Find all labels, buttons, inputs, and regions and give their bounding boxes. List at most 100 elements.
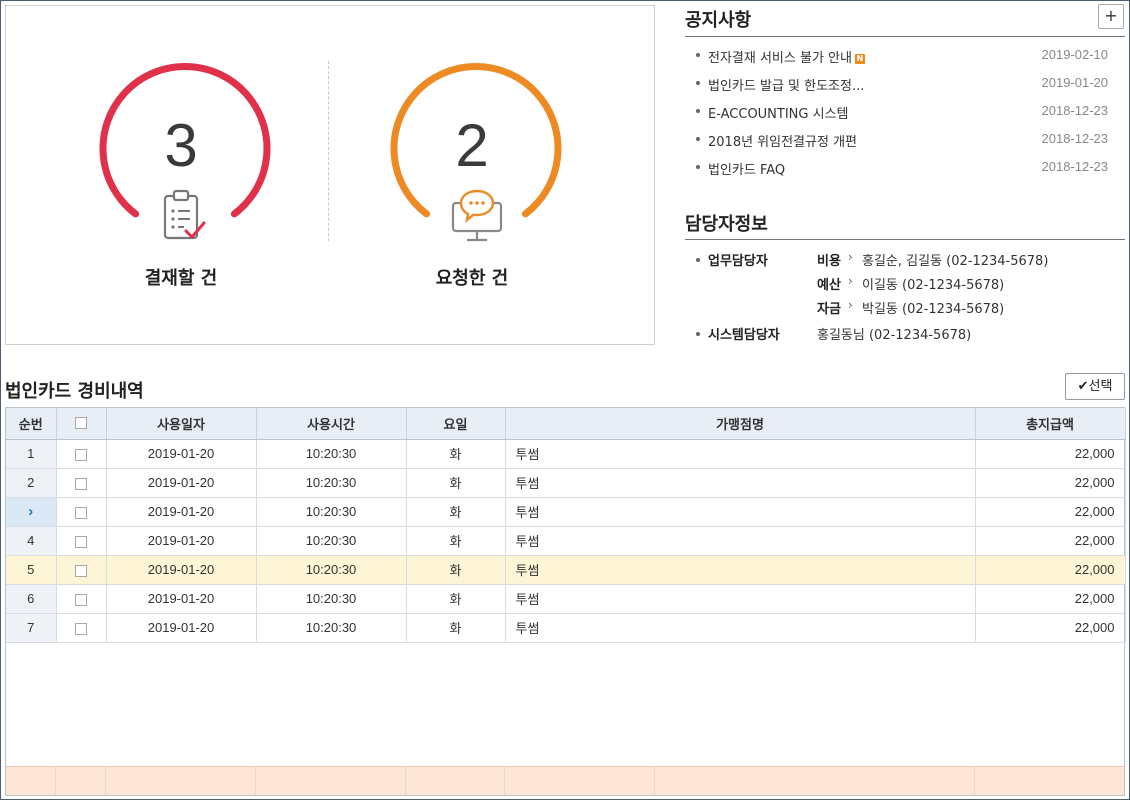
manager-row: 시스템담당자 홍길동님 (02-1234-5678): [685, 324, 1125, 344]
manager-role: 업무담당자: [708, 254, 768, 269]
check-icon: ✔: [1077, 379, 1089, 394]
row-checkbox[interactable]: [75, 506, 87, 519]
clipboard-check-icon: [163, 189, 206, 240]
notice-item[interactable]: 법인카드 발급 및 한도조정... 2019-01-20: [685, 70, 1125, 98]
my-requests-widget[interactable]: 2 요청한 건: [314, 6, 634, 344]
table-row[interactable]: 1 2019-01-20 10:20:30 화 투썸 22,000: [6, 439, 1126, 469]
cell-date: 2019-01-20: [106, 497, 257, 527]
expense-grid: 순번 사용일자 사용시간 요일 가맹점명 총지급액 1 2019-01-20 1…: [5, 407, 1126, 796]
col-header-date[interactable]: 사용일자: [106, 408, 257, 440]
row-checkbox[interactable]: [75, 622, 87, 635]
notice-item-date: 2019-02-10: [1041, 47, 1109, 62]
table-row-selected[interactable]: 5 2019-01-20 10:20:30 화 투썸 22,000: [6, 555, 1126, 585]
cell-day: 화: [406, 439, 506, 469]
bullet-icon: [696, 137, 700, 141]
notice-item[interactable]: 2018년 위임전결규정 개편 2018-12-23: [685, 126, 1125, 154]
col-header-merchant[interactable]: 가맹점명: [505, 408, 976, 440]
row-checkbox[interactable]: [75, 564, 87, 577]
table-row[interactable]: 2 2019-01-20 10:20:30 화 투썸 22,000: [6, 468, 1126, 498]
col-header-day[interactable]: 요일: [406, 408, 506, 440]
notice-item-title: 법인카드 발급 및 한도조정...: [708, 79, 865, 94]
bullet-icon: [696, 258, 700, 262]
row-checkbox[interactable]: [75, 535, 87, 548]
cell-amount: 22,000: [975, 555, 1126, 585]
cell-merchant: 투썸: [505, 613, 976, 643]
manager-category: 예산: [817, 278, 841, 293]
table-row[interactable]: 4 2019-01-20 10:20:30 화 투썸 22,000: [6, 526, 1126, 556]
bullet-icon: [696, 109, 700, 113]
cell-merchant: 투썸: [505, 468, 976, 498]
row-check-cell: [56, 526, 107, 556]
cell-amount: 22,000: [975, 584, 1126, 614]
row-number: 2: [6, 468, 57, 498]
cell-time: 10:20:30: [256, 497, 407, 527]
manager-row: 예산 › 이길동 (02-1234-5678): [685, 274, 1125, 294]
manager-contact: 홍길동님 (02-1234-5678): [817, 328, 972, 343]
bullet-icon: [696, 53, 700, 57]
cell-date: 2019-01-20: [106, 613, 257, 643]
row-check-cell: [56, 497, 107, 527]
manager-contact: 이길동 (02-1234-5678): [862, 278, 1005, 293]
notice-divider: [685, 36, 1125, 37]
cell-amount: 22,000: [975, 613, 1126, 643]
expense-table: 순번 사용일자 사용시간 요일 가맹점명 총지급액 1 2019-01-20 1…: [6, 408, 1126, 643]
pending-approval-label: 결재할 건: [144, 268, 218, 289]
col-header-amount[interactable]: 총지급액: [975, 408, 1126, 440]
cell-time: 10:20:30: [256, 439, 407, 469]
cell-time: 10:20:30: [256, 555, 407, 585]
cell-date: 2019-01-20: [106, 555, 257, 585]
my-requests-count: 2: [455, 112, 489, 179]
summary-panel: 3 결재할 건 2 요청한 건: [5, 5, 655, 345]
row-checkbox[interactable]: [75, 477, 87, 490]
cell-merchant: 투썸: [505, 439, 976, 469]
row-check-cell: [56, 584, 107, 614]
cell-day: 화: [406, 497, 506, 527]
notice-item-title: 전자결재 서비스 불가 안내 N: [708, 51, 865, 66]
cell-merchant: 투썸: [505, 584, 976, 614]
cell-merchant: 투썸: [505, 497, 976, 527]
cell-day: 화: [406, 584, 506, 614]
header-row: 순번 사용일자 사용시간 요일 가맹점명 총지급액: [6, 408, 1126, 440]
row-check-cell: [56, 439, 107, 469]
notice-item-title: E-ACCOUNTING 시스템: [708, 107, 849, 122]
table-row[interactable]: 7 2019-01-20 10:20:30 화 투썸 22,000: [6, 613, 1126, 643]
notice-item[interactable]: E-ACCOUNTING 시스템 2018-12-23: [685, 98, 1125, 126]
chevron-right-icon: ›: [848, 274, 853, 288]
chevron-right-icon: ›: [848, 298, 853, 312]
col-header-check[interactable]: [56, 408, 107, 440]
row-number: 7: [6, 613, 57, 643]
grid-summary-row: [6, 766, 1124, 795]
cell-date: 2019-01-20: [106, 439, 257, 469]
cell-time: 10:20:30: [256, 584, 407, 614]
row-checkbox[interactable]: [75, 593, 87, 606]
cell-amount: 22,000: [975, 468, 1126, 498]
manager-category: 비용: [817, 254, 841, 269]
notice-item[interactable]: 전자결재 서비스 불가 안내 N 2019-02-10: [685, 42, 1125, 70]
notice-more-button[interactable]: +: [1098, 4, 1124, 29]
select-all-checkbox[interactable]: [75, 417, 87, 430]
row-checkbox[interactable]: [75, 448, 87, 461]
table-row-current[interactable]: › 2019-01-20 10:20:30 화 투썸 22,000: [6, 497, 1126, 527]
notice-item-date: 2019-01-20: [1041, 75, 1109, 90]
manager-category: 자금: [817, 302, 841, 317]
row-check-cell: [56, 613, 107, 643]
col-header-time[interactable]: 사용시간: [256, 408, 407, 440]
table-row[interactable]: 6 2019-01-20 10:20:30 화 투썸 22,000: [6, 584, 1126, 614]
bullet-icon: [696, 165, 700, 169]
manager-contact: 박길동 (02-1234-5678): [862, 302, 1005, 317]
col-header-no[interactable]: 순번: [6, 408, 57, 440]
new-badge-icon: N: [854, 54, 865, 64]
manager-contact: 홍길순, 김길동 (02-1234-5678): [862, 254, 1049, 269]
cell-time: 10:20:30: [256, 526, 407, 556]
cell-day: 화: [406, 526, 506, 556]
notice-title: 공지사항: [685, 10, 752, 31]
notice-item-title: 법인카드 FAQ: [708, 163, 786, 178]
notice-item-date: 2018-12-23: [1041, 159, 1109, 174]
select-button-label: 선택: [1088, 379, 1113, 394]
select-button[interactable]: ✔선택: [1065, 373, 1125, 400]
pending-approval-widget[interactable]: 3 결재할 건: [21, 6, 341, 344]
managers-title: 담당자정보: [685, 214, 768, 235]
notice-item[interactable]: 법인카드 FAQ 2018-12-23: [685, 154, 1125, 182]
notice-list: 전자결재 서비스 불가 안내 N 2019-02-10 법인카드 발급 및 한도조…: [685, 42, 1125, 182]
cell-day: 화: [406, 613, 506, 643]
